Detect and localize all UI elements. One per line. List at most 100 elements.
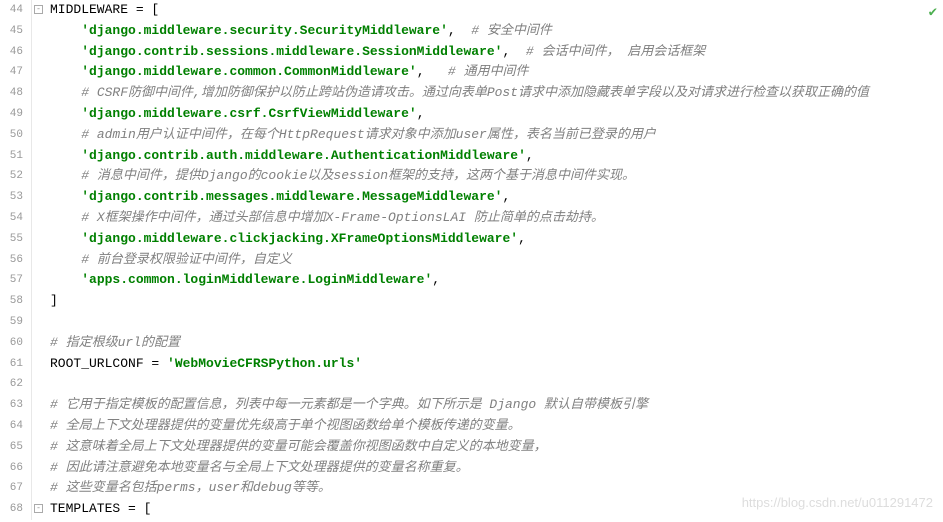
code-token [50, 168, 81, 183]
string-literal: 'django.contrib.messages.middleware.Mess… [81, 189, 502, 204]
string-literal: 'django.middleware.common.CommonMiddlewa… [81, 64, 416, 79]
line-number: 48 [4, 83, 23, 104]
code-line[interactable] [50, 374, 943, 395]
comment: # 全局上下文处理器提供的变量优先级高于单个视图函数给单个模板传递的变量。 [50, 418, 521, 433]
fold-toggle-icon[interactable]: - [34, 5, 43, 14]
line-number: 47 [4, 62, 23, 83]
line-number: 62 [4, 374, 23, 395]
line-number: 50 [4, 125, 23, 146]
code-token [50, 231, 81, 246]
code-token [50, 272, 81, 287]
code-line[interactable]: # 因此请注意避免本地变量名与全局上下文处理器提供的变量名称重复。 [50, 458, 943, 479]
line-number: 46 [4, 42, 23, 63]
code-token: , [417, 106, 425, 121]
code-line[interactable]: ROOT_URLCONF = 'WebMovieCFRSPython.urls' [50, 354, 943, 375]
code-token [50, 44, 81, 59]
line-number: 67 [4, 478, 23, 499]
code-token: , [417, 64, 448, 79]
code-line[interactable]: 'django.contrib.sessions.middleware.Sess… [50, 42, 943, 63]
comment: # 这些变量名包括perms，user和debug等等。 [50, 480, 331, 495]
line-number: 44 [4, 0, 23, 21]
code-line[interactable]: 'django.middleware.clickjacking.XFrameOp… [50, 229, 943, 250]
code-line[interactable] [50, 312, 943, 333]
code-line[interactable]: TEMPLATES = [ [50, 499, 943, 520]
code-line[interactable]: 'django.middleware.csrf.CsrfViewMiddlewa… [50, 104, 943, 125]
code-token: , [432, 272, 440, 287]
comment: # 这意味着全局上下文处理器提供的变量可能会覆盖你视图函数中自定义的本地变量， [50, 439, 547, 454]
code-line[interactable]: # 全局上下文处理器提供的变量优先级高于单个视图函数给单个模板传递的变量。 [50, 416, 943, 437]
string-literal: 'django.contrib.sessions.middleware.Sess… [81, 44, 502, 59]
code-token [50, 252, 81, 267]
comment: # admin用户认证中间件，在每个HttpRequest请求对象中添加user… [81, 127, 656, 142]
code-token [50, 148, 81, 163]
line-number: 56 [4, 250, 23, 271]
fold-toggle-icon[interactable]: - [34, 504, 43, 513]
code-token: = [151, 356, 167, 371]
code-line[interactable]: # X框架操作中间件，通过头部信息中增加X-Frame-OptionsLAI 防… [50, 208, 943, 229]
code-token: = [ [128, 501, 151, 516]
code-token: , [503, 189, 511, 204]
comment: # 因此请注意避免本地变量名与全局上下文处理器提供的变量名称重复。 [50, 460, 469, 475]
code-line[interactable]: 'django.middleware.security.SecurityMidd… [50, 21, 943, 42]
line-number: 53 [4, 187, 23, 208]
check-icon: ✔ [929, 2, 937, 24]
code-line[interactable]: # 它用于指定模板的配置信息，列表中每一元素都是一个字典。如下所示是 Djang… [50, 395, 943, 416]
comment: # CSRF防御中间件,增加防御保护以防止跨站伪造请攻击。通过向表单Post请求… [81, 85, 869, 100]
code-token [50, 106, 81, 121]
line-number: 63 [4, 395, 23, 416]
comment: # 它用于指定模板的配置信息，列表中每一元素都是一个字典。如下所示是 Djang… [50, 397, 648, 412]
code-token: = [ [136, 2, 159, 17]
comment: # X框架操作中间件，通过头部信息中增加X-Frame-OptionsLAI 防… [81, 210, 604, 225]
line-number: 55 [4, 229, 23, 250]
line-number: 61 [4, 354, 23, 375]
line-number-gutter: 4445464748495051525354555657585960616263… [0, 0, 32, 520]
code-token [50, 210, 81, 225]
identifier: TEMPLATES [50, 501, 128, 516]
identifier: ROOT_URLCONF [50, 356, 151, 371]
code-line[interactable]: # 这些变量名包括perms，user和debug等等。 [50, 478, 943, 499]
line-number: 66 [4, 458, 23, 479]
code-line[interactable]: 'django.contrib.auth.middleware.Authenti… [50, 146, 943, 167]
code-content[interactable]: MIDDLEWARE = [ 'django.middleware.securi… [46, 0, 943, 520]
line-number: 65 [4, 437, 23, 458]
code-token: ] [50, 293, 58, 308]
code-line[interactable]: # admin用户认证中间件，在每个HttpRequest请求对象中添加user… [50, 125, 943, 146]
string-literal: 'apps.common.loginMiddleware.LoginMiddle… [81, 272, 432, 287]
code-token [50, 127, 81, 142]
line-number: 64 [4, 416, 23, 437]
code-line[interactable]: # CSRF防御中间件,增加防御保护以防止跨站伪造请攻击。通过向表单Post请求… [50, 83, 943, 104]
comment: # 通用中间件 [448, 64, 529, 79]
string-literal: 'WebMovieCFRSPython.urls' [167, 356, 362, 371]
code-token [50, 64, 81, 79]
code-line[interactable]: # 前台登录权限验证中间件，自定义 [50, 250, 943, 271]
line-number: 59 [4, 312, 23, 333]
comment: # 安全中间件 [471, 23, 552, 38]
code-line[interactable]: MIDDLEWARE = [ [50, 0, 943, 21]
comment: # 消息中间件，提供Django的cookie以及session框架的支持，这两… [81, 168, 635, 183]
line-number: 68 [4, 499, 23, 520]
comment: # 前台登录权限验证中间件，自定义 [81, 252, 292, 267]
string-literal: 'django.contrib.auth.middleware.Authenti… [81, 148, 526, 163]
code-line[interactable]: 'apps.common.loginMiddleware.LoginMiddle… [50, 270, 943, 291]
code-line[interactable]: # 这意味着全局上下文处理器提供的变量可能会覆盖你视图函数中自定义的本地变量， [50, 437, 943, 458]
code-line[interactable]: ] [50, 291, 943, 312]
line-number: 51 [4, 146, 23, 167]
code-line[interactable]: # 消息中间件，提供Django的cookie以及session框架的支持，这两… [50, 166, 943, 187]
code-token [50, 85, 81, 100]
line-number: 45 [4, 21, 23, 42]
code-token [50, 189, 81, 204]
string-literal: 'django.middleware.clickjacking.XFrameOp… [81, 231, 518, 246]
string-literal: 'django.middleware.csrf.CsrfViewMiddlewa… [81, 106, 416, 121]
code-line[interactable]: 'django.contrib.messages.middleware.Mess… [50, 187, 943, 208]
code-token: , [448, 23, 471, 38]
line-number: 49 [4, 104, 23, 125]
code-editor[interactable]: ✔ 44454647484950515253545556575859606162… [0, 0, 943, 520]
fold-end-icon [34, 296, 43, 305]
string-literal: 'django.middleware.security.SecurityMidd… [81, 23, 448, 38]
line-number: 58 [4, 291, 23, 312]
code-line[interactable]: # 指定根级url的配置 [50, 333, 943, 354]
fold-gutter: -- [32, 0, 46, 520]
code-line[interactable]: 'django.middleware.common.CommonMiddlewa… [50, 62, 943, 83]
code-token: , [526, 148, 534, 163]
comment: # 指定根级url的配置 [50, 335, 180, 350]
